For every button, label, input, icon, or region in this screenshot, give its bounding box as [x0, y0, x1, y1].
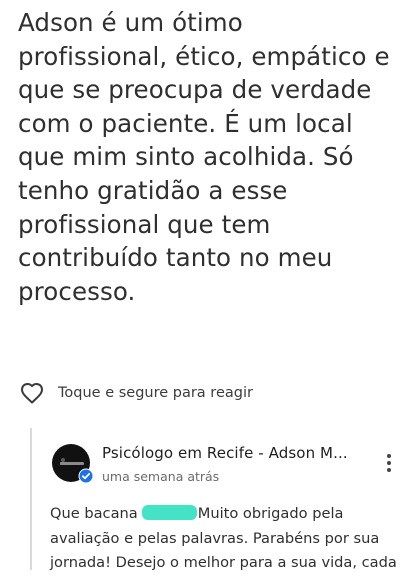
- reply-text: Que bacana Muito obrigado pela avaliação …: [50, 502, 420, 576]
- reply-text-start: Que bacana: [50, 505, 138, 522]
- react-label[interactable]: Toque e segure para reagir: [58, 385, 253, 401]
- reply-line: Que bacana Muito obrigado pela: [50, 502, 420, 527]
- review-line: com o paciente. É um local: [18, 108, 353, 138]
- reply-line: jornada! Desejo o melhor para a sua vida…: [50, 554, 397, 571]
- react-button[interactable]: Toque e segure para reagir: [20, 378, 253, 408]
- reply-text-end: Muito obrigado pela: [197, 505, 344, 522]
- redacted-name: [141, 505, 197, 520]
- review-line: profissional que tem: [18, 209, 271, 239]
- reply-line: avaliação e pelas palavras. Parabéns por…: [50, 529, 380, 547]
- review-text: Adson é um ótimo profissional, ético, em…: [18, 6, 410, 308]
- review-line: contribuído tanto no meu: [18, 243, 333, 273]
- verified-badge-icon: [78, 468, 94, 484]
- reply-timestamp: uma semana atrás: [102, 469, 220, 484]
- avatar-logo-mark: [60, 462, 84, 465]
- review-line: que mim sinto acolhida. Só: [18, 142, 354, 172]
- heart-outline-icon[interactable]: [20, 382, 44, 404]
- owner-name[interactable]: Psicólogo em Recife - Adson M...: [102, 444, 348, 462]
- review-line: profissional, ético, empático e: [18, 41, 390, 71]
- review-line: que se preocupa de verdade: [18, 75, 372, 105]
- review-line: tenho gratidão a esse: [18, 175, 288, 205]
- owner-reply: Psicólogo em Recife - Adson M... uma sem…: [30, 428, 420, 571]
- review-line: Adson é um ótimo: [18, 8, 243, 37]
- more-options-icon[interactable]: [380, 452, 398, 474]
- review-line: processo.: [18, 276, 136, 306]
